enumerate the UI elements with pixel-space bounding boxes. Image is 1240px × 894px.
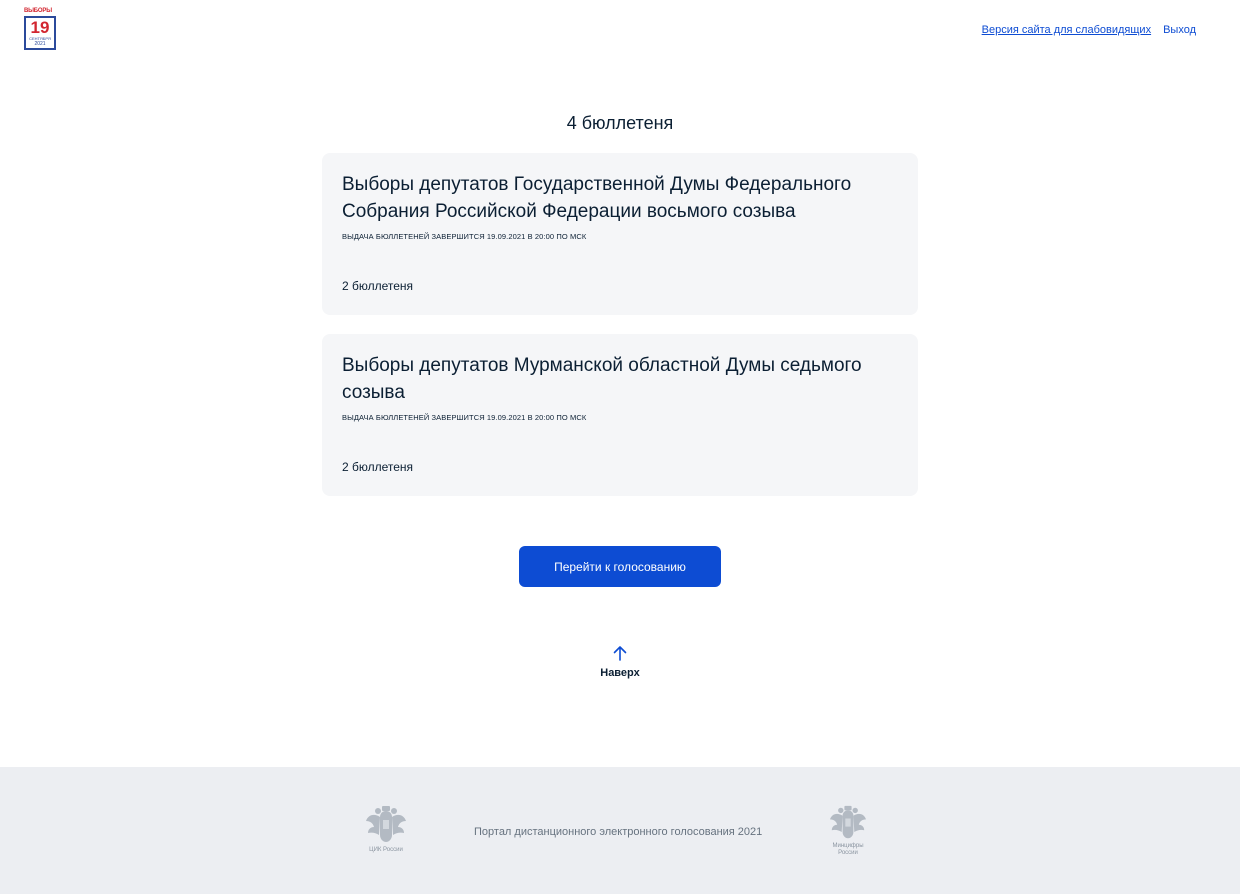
ballot-card-title: Выборы депутатов Мурманской областной Ду…	[342, 355, 862, 403]
logo-top-text: ВЫБОРЫ	[24, 8, 52, 14]
ballot-card-deadline: Выдача бюллетеней завершится 19.09.2021 …	[342, 232, 587, 241]
scroll-to-top-label: Наверх	[600, 667, 640, 679]
logo-calendar-box: 19 СЕНТЯБРЯ 2021	[24, 16, 56, 50]
elections-logo[interactable]: ВЫБОРЫ 19 СЕНТЯБРЯ 2021	[24, 8, 56, 52]
ballot-card-deadline: Выдача бюллетеней завершится 19.09.2021 …	[342, 413, 587, 422]
coat-of-arms-icon	[366, 806, 406, 842]
ballot-card-count: 2 бюллетеня	[342, 279, 414, 293]
header: ВЫБОРЫ 19 СЕНТЯБРЯ 2021 Версия сайта для…	[0, 0, 1240, 60]
logout-link[interactable]: Выход	[1163, 24, 1196, 36]
header-nav: Версия сайта для слабовидящих Выход	[982, 24, 1196, 36]
cik-label: ЦИК России	[369, 847, 403, 853]
scroll-to-top-button[interactable]: Наверх	[580, 645, 660, 679]
mincifry-emblem[interactable]: Минцифры России	[823, 805, 873, 857]
arrow-up-icon	[613, 646, 627, 661]
mincifry-label: Минцифры России	[832, 843, 864, 856]
portal-description: Портал дистанционного электронного голос…	[474, 826, 763, 838]
accessibility-version-link[interactable]: Версия сайта для слабовидящих	[982, 24, 1151, 36]
ballot-card-count: 2 бюллетеня	[342, 460, 414, 474]
logo-day: 19	[30, 18, 50, 37]
ballot-card[interactable]: Выборы депутатов Мурманской областной Ду…	[322, 334, 918, 496]
go-to-voting-button[interactable]: Перейти к голосованию	[519, 546, 721, 587]
page-title: 4 бюллетеня	[566, 113, 674, 133]
logo-year: 2021	[34, 41, 46, 47]
footer: ЦИК России Портал дистанционного электро…	[0, 767, 1240, 894]
cik-emblem[interactable]: ЦИК России	[361, 805, 411, 854]
coat-of-arms-icon	[830, 805, 866, 839]
ballot-card[interactable]: Выборы депутатов Государственной Думы Фе…	[322, 153, 918, 315]
ballot-card-title: Выборы депутатов Государственной Думы Фе…	[342, 174, 852, 222]
